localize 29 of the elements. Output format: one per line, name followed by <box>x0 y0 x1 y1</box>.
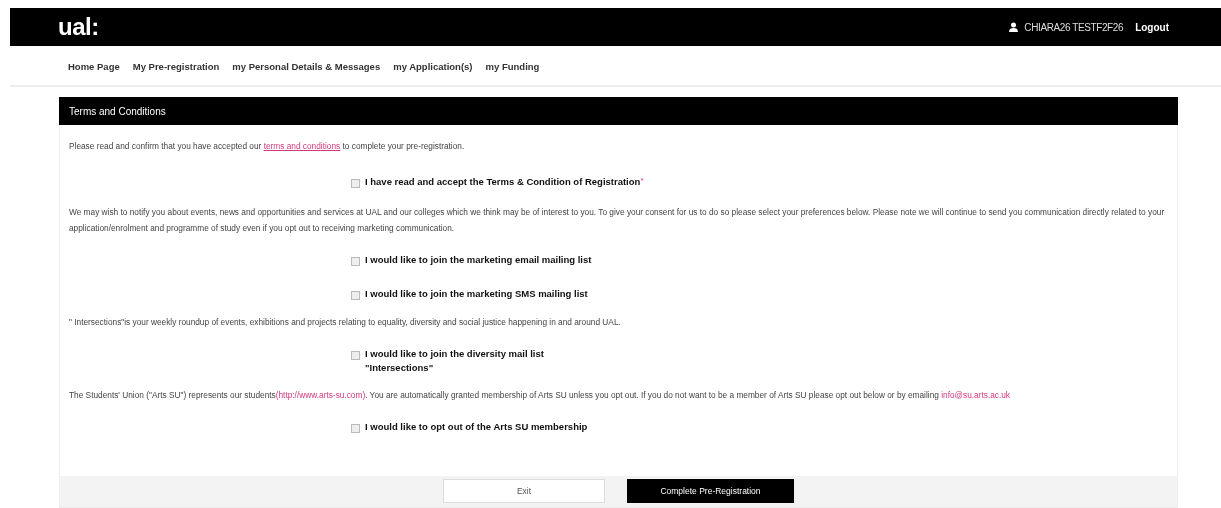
checkbox-label: I would like to opt out of the Arts SU membership <box>365 421 588 432</box>
checkbox-label: I would like to join the diversity mail list <box>365 348 544 359</box>
checkbox[interactable] <box>351 424 360 433</box>
user-icon <box>1009 22 1019 32</box>
checkbox-sublabel: "Intersections" <box>365 362 435 373</box>
checkbox-label: I would like to join the marketing SMS mailing list <box>365 288 588 299</box>
nav-link[interactable]: my Personal Details & Messages <box>232 61 381 72</box>
complete-button[interactable]: Complete Pre-Registration <box>627 479 794 503</box>
paragraph: Please read and confirm that you have accepted our terms and conditions to complete your pre-registration. <box>69 140 466 153</box>
nav-link[interactable]: My Pre-registration <box>132 61 220 72</box>
nav-link[interactable]: Home Page <box>68 61 120 72</box>
nav-link[interactable]: my Funding <box>485 61 540 72</box>
paragraph: We may wish to notify you about events, news and opportunities and services at UAL and our colleges which we think may be of interest to you. To give your consent for us to do so please select your preferences below. Please note we will continue to send you communication directly related to your application/enrolment and programme of study even if you opt out to receiving marketing communication. <box>69 206 1166 235</box>
checkbox[interactable] <box>351 351 360 360</box>
link[interactable]: terms and conditions <box>263 141 341 151</box>
checkbox-label: I have read and accept the Terms & Condition of Registration* <box>365 176 644 187</box>
logout-link[interactable]: Logout <box>1135 21 1169 33</box>
paragraph: The Students' Union ("Arts SU") represents our students(http://www.arts-su.com). You are automatically granted membership of Arts SU unless you opt out. If you do not want to be a member of Arts SU please opt out below or by emailing info@su.arts.ac.uk <box>69 389 1012 402</box>
checkbox[interactable] <box>351 291 360 300</box>
nav-link[interactable]: my Application(s) <box>393 61 473 72</box>
user-name: CHIARA26 TESTF2F26 <box>1024 21 1124 33</box>
link[interactable]: info@su.arts.ac.uk <box>941 390 1011 400</box>
checkbox[interactable] <box>351 179 360 188</box>
panel-title: Terms and Conditions <box>69 105 166 117</box>
checkbox[interactable] <box>351 257 360 266</box>
checkbox-label: I would like to join the marketing email mailing list <box>365 254 592 265</box>
logo: ual: <box>58 13 99 41</box>
exit-button[interactable]: Exit <box>443 479 605 503</box>
paragraph: " Intersections"is your weekly roundup of events, exhibitions and projects relating to equality, diversity and social justice happening in and around UAL. <box>69 316 622 329</box>
